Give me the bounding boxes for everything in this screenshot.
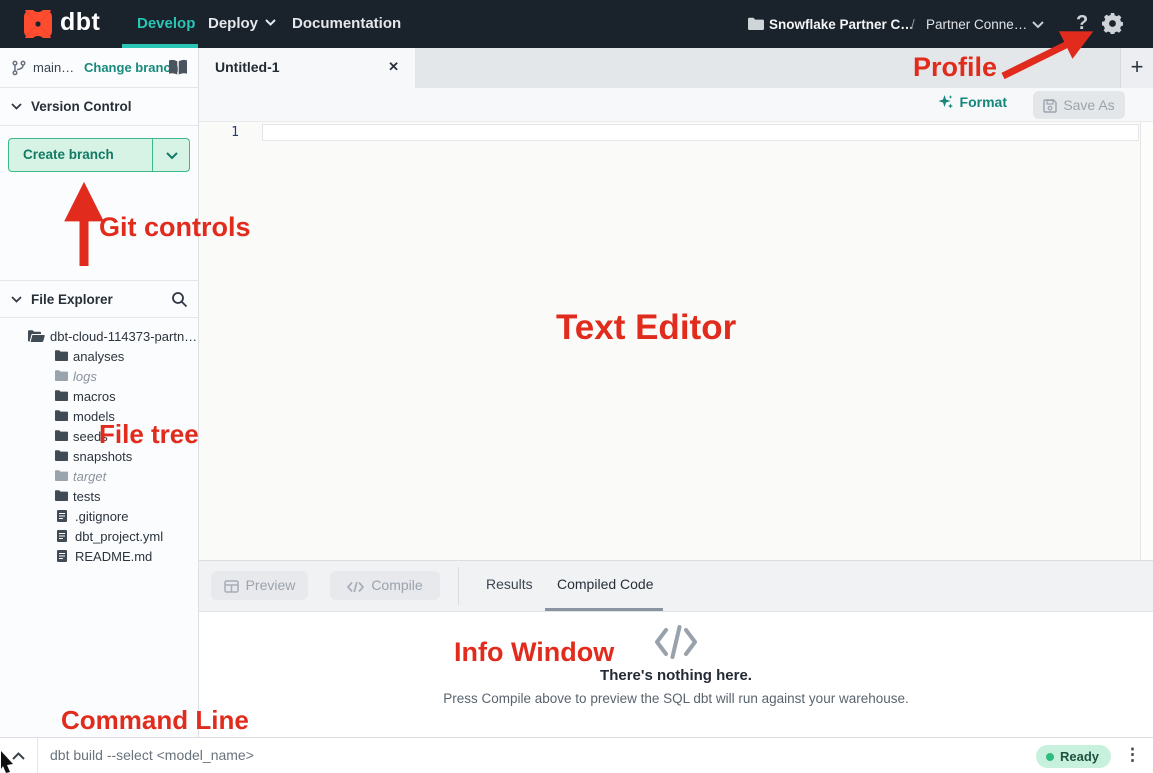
file-icon [57,530,67,542]
breadcrumb-separator: / [911,17,915,32]
tree-item-readme[interactable]: README.md [0,546,199,566]
button-divider [152,139,153,171]
tree-item-gitignore[interactable]: .gitignore [0,506,199,526]
folder-icon [55,490,68,501]
tab-compiled-code[interactable]: Compiled Code [557,576,654,592]
branch-bar: main… Change branch [0,48,198,88]
version-control-title: Version Control [31,99,132,114]
change-branch-link[interactable]: Change branch [84,60,179,75]
dbt-logo-icon [22,9,54,39]
statusbar-divider [37,738,38,773]
folder-icon [55,430,68,441]
top-navbar: dbt Develop Deploy Documentation Snowfla… [0,0,1153,48]
nav-develop[interactable]: Develop [137,15,195,32]
nav-documentation[interactable]: Documentation [292,15,401,32]
breadcrumb-project[interactable]: Partner Conne… [926,17,1027,32]
editor-toolbar: Format Save As [199,88,1153,122]
tree-item-seeds[interactable]: seeds [0,426,199,446]
editor-scroll-gutter[interactable] [1140,122,1153,560]
chevron-down-icon [265,19,276,26]
tree-item-macros[interactable]: macros [0,386,199,406]
folder-icon [748,17,764,30]
command-line-bar: dbt build --select <model_name> Ready ⋮ [0,737,1153,773]
main-area: Untitled-1 ✕ + Format Save As 1 Preview … [199,48,1153,737]
create-branch-label: Create branch [23,147,114,162]
code-icon [347,581,364,593]
close-tab-icon[interactable]: ✕ [388,59,399,75]
breadcrumb-account[interactable]: Snowflake Partner C… [769,17,914,32]
command-input[interactable]: dbt build --select <model_name> [50,747,254,763]
tree-item-dbt-project-yml[interactable]: dbt_project.yml [0,526,199,546]
kebab-menu-icon[interactable]: ⋮ [1124,745,1141,765]
code-icon [653,624,699,660]
status-dot [1046,753,1054,761]
editor-tab-bar: Untitled-1 ✕ + [199,48,1153,88]
folder-icon [55,410,68,421]
tree-item-snapshots[interactable]: snapshots [0,446,199,466]
expand-command-bar-button[interactable] [0,738,37,773]
tree-item-analyses[interactable]: analyses [0,346,199,366]
chevron-down-icon[interactable] [166,152,178,160]
editor-active-line[interactable] [262,124,1139,141]
tree-item-models[interactable]: models [0,406,199,426]
search-icon[interactable] [171,291,188,308]
preview-button[interactable]: Preview [211,571,308,600]
file-explorer-title: File Explorer [31,292,113,307]
active-panel-tab-underline [545,608,663,611]
table-icon [224,580,239,593]
folder-icon [55,370,68,381]
file-explorer-section-header[interactable]: File Explorer [0,280,198,318]
tab-results[interactable]: Results [486,576,533,592]
save-icon [1043,99,1057,113]
tree-item-target[interactable]: target [0,466,199,486]
current-branch-label: main… [33,60,74,75]
text-editor[interactable]: 1 [199,122,1153,560]
gear-icon[interactable] [1102,13,1123,34]
help-icon[interactable]: ? [1076,12,1088,35]
version-control-section-header[interactable]: Version Control [0,88,198,126]
sparkle-icon [938,94,954,110]
create-branch-button[interactable]: Create branch [8,138,190,172]
tab-untitled-1[interactable]: Untitled-1 ✕ [199,48,415,88]
chevron-up-icon [12,752,25,760]
panel-header-divider [458,567,459,605]
status-badge: Ready [1036,745,1111,768]
folder-icon [55,350,68,361]
docs-book-icon[interactable] [168,59,188,76]
info-panel: Preview Compile Results Compiled Code Th… [199,560,1153,737]
info-panel-body: There's nothing here. Press Compile abov… [199,612,1153,737]
tree-item-tests[interactable]: tests [0,486,199,506]
folder-icon [55,450,68,461]
sidebar: main… Change branch Version Control Crea… [0,48,199,737]
info-panel-header: Preview Compile Results Compiled Code [199,560,1153,612]
new-tab-button[interactable]: + [1120,48,1153,88]
nav-deploy[interactable]: Deploy [208,15,276,32]
folder-icon [55,470,68,481]
empty-state-title: There's nothing here. [199,667,1153,684]
git-branch-icon [11,60,27,76]
chevron-down-icon [11,296,22,303]
tree-item-logs[interactable]: logs [0,366,199,386]
file-icon [57,550,67,562]
file-icon [57,510,67,522]
line-number: 1 [225,125,239,140]
folder-open-icon [28,330,45,342]
dbt-logo-text: dbt [60,8,100,37]
tab-title: Untitled-1 [215,59,280,75]
folder-icon [55,390,68,401]
chevron-down-icon [11,103,22,110]
project-chevron-down-icon[interactable] [1032,21,1044,29]
empty-state-subtitle: Press Compile above to preview the SQL d… [199,691,1153,706]
tree-item-project-root[interactable]: dbt-cloud-114373-partn… [0,326,199,346]
dbt-cloud-ide: dbt Develop Deploy Documentation Snowfla… [0,0,1153,773]
format-button[interactable]: Format [938,94,1007,110]
compile-button[interactable]: Compile [330,571,440,600]
save-as-button[interactable]: Save As [1033,91,1125,119]
